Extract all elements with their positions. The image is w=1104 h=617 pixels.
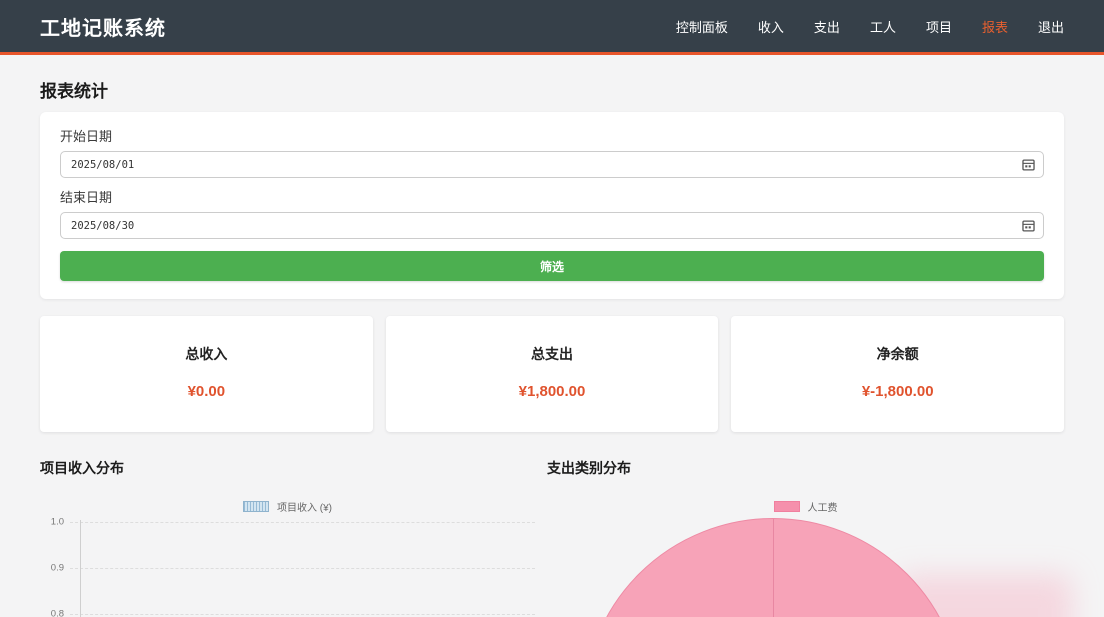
top-navbar: 工地记账系统 控制面板 收入 支出 工人 项目 报表 退出 xyxy=(0,0,1104,55)
y-axis-line xyxy=(80,520,81,617)
expense-pie-chart xyxy=(547,514,1064,617)
expense-chart-title: 支出类别分布 xyxy=(547,458,1064,478)
stat-value: ¥0.00 xyxy=(40,383,373,400)
income-bar-chart: 1.0 0.9 0.8 xyxy=(40,518,535,617)
stat-title: 净余额 xyxy=(731,344,1064,364)
end-date-label: 结束日期 xyxy=(60,187,1044,206)
income-chart-title: 项目收入分布 xyxy=(40,458,535,478)
stat-card-total-expense: 总支出 ¥1,800.00 xyxy=(386,316,719,432)
grid-line xyxy=(70,522,535,523)
pie-slice-boundary xyxy=(773,519,774,617)
nav-item-reports[interactable]: 报表 xyxy=(982,17,1008,36)
nav-item-dashboard[interactable]: 控制面板 xyxy=(676,17,728,36)
start-date-field xyxy=(60,151,1044,178)
bar-legend-swatch xyxy=(243,501,269,512)
income-chart-legend[interactable]: 项目收入 (¥) xyxy=(40,499,535,514)
pie-legend-label: 人工费 xyxy=(808,499,838,514)
page-content: 报表统计 开始日期 结束日期 筛选 总收入 xyxy=(0,77,1104,617)
pie-slice-labor-cost[interactable] xyxy=(583,518,963,617)
stat-title: 总支出 xyxy=(386,344,719,364)
charts-row: 项目收入分布 项目收入 (¥) 1.0 0.9 0.8 支出类别分布 人工费 xyxy=(40,432,1064,617)
expense-chart-legend[interactable]: 人工费 xyxy=(547,499,1064,514)
page-title: 报表统计 xyxy=(40,77,1064,102)
stat-card-total-income: 总收入 ¥0.00 xyxy=(40,316,373,432)
calendar-icon[interactable] xyxy=(1022,158,1035,171)
app-title: 工地记账系统 xyxy=(40,12,166,41)
pie-legend-swatch xyxy=(774,501,800,512)
y-tick-label: 0.8 xyxy=(40,609,64,617)
nav-item-expense[interactable]: 支出 xyxy=(814,17,840,36)
grid-line xyxy=(70,568,535,569)
stat-card-net-balance: 净余额 ¥-1,800.00 xyxy=(731,316,1064,432)
nav-item-income[interactable]: 收入 xyxy=(758,17,784,36)
main-nav: 控制面板 收入 支出 工人 项目 报表 退出 xyxy=(676,17,1064,36)
income-chart-section: 项目收入分布 项目收入 (¥) 1.0 0.9 0.8 xyxy=(40,432,535,617)
calendar-icon[interactable] xyxy=(1022,219,1035,232)
stat-title: 总收入 xyxy=(40,344,373,364)
nav-item-projects[interactable]: 项目 xyxy=(926,17,952,36)
nav-item-workers[interactable]: 工人 xyxy=(870,17,896,36)
date-filter-card: 开始日期 结束日期 筛选 xyxy=(40,112,1064,299)
expense-chart-section: 支出类别分布 人工费 xyxy=(547,432,1064,617)
bar-legend-label: 项目收入 (¥) xyxy=(277,499,332,514)
end-date-field xyxy=(60,212,1044,239)
start-date-input[interactable] xyxy=(60,151,1044,178)
nav-item-logout[interactable]: 退出 xyxy=(1038,17,1064,36)
y-tick-label: 0.9 xyxy=(40,563,64,574)
summary-stats-row: 总收入 ¥0.00 总支出 ¥1,800.00 净余额 ¥-1,800.00 xyxy=(40,316,1064,432)
end-date-input[interactable] xyxy=(60,212,1044,239)
filter-button[interactable]: 筛选 xyxy=(60,251,1044,281)
stat-value: ¥-1,800.00 xyxy=(731,383,1064,400)
stat-value: ¥1,800.00 xyxy=(386,383,719,400)
y-tick-label: 1.0 xyxy=(40,517,64,528)
grid-line xyxy=(70,614,535,615)
start-date-label: 开始日期 xyxy=(60,126,1044,145)
